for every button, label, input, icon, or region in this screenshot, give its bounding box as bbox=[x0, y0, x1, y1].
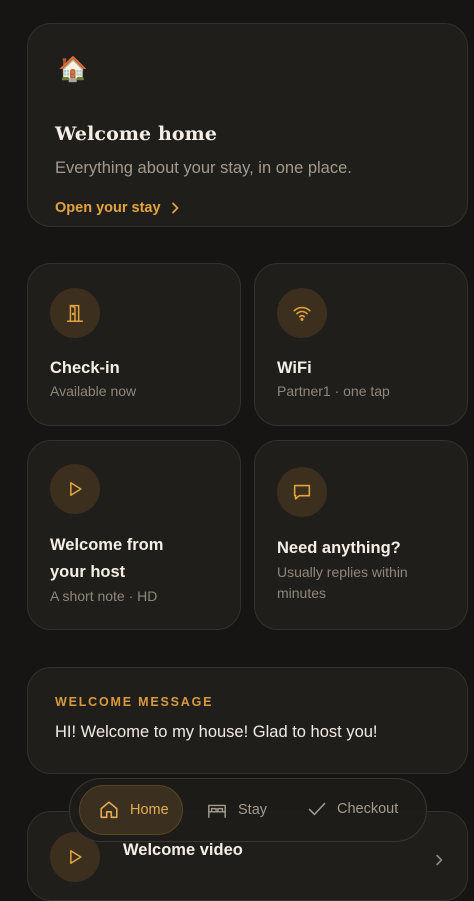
check-in-tile[interactable]: Check-in Available now bbox=[27, 263, 241, 426]
hero-subtitle: Everything about your stay, in one place… bbox=[55, 159, 352, 177]
chat-icon bbox=[277, 467, 327, 517]
bed-icon bbox=[208, 804, 226, 818]
house-icon: 🏠 bbox=[58, 56, 88, 83]
welcome-hero-card: 🏠 Welcome home Everything about your sta… bbox=[27, 23, 468, 227]
need-anything-tile[interactable]: Need anything? Usually replies within mi… bbox=[254, 440, 468, 630]
welcome-host-subtitle: A short note · HD bbox=[50, 588, 158, 604]
chevron-right-icon bbox=[171, 202, 178, 214]
hero-title: Welcome home bbox=[55, 123, 218, 145]
open-stay-label: Open your stay bbox=[55, 200, 161, 216]
welcome-video-title: Welcome video bbox=[123, 841, 243, 859]
open-stay-link[interactable]: Open your stay bbox=[55, 200, 179, 216]
welcome-message-card: WELCOME MESSAGE HI! Welcome to my house!… bbox=[27, 667, 468, 774]
need-anything-subtitle-line2: minutes bbox=[277, 585, 327, 601]
bottom-navigation: Home Stay Checkout bbox=[69, 778, 427, 842]
wifi-title: WiFi bbox=[277, 359, 312, 377]
chevron-right-icon bbox=[436, 854, 443, 866]
play-icon bbox=[50, 464, 100, 514]
welcome-host-title-line1: Welcome from bbox=[50, 536, 164, 554]
nav-home-button[interactable]: Home bbox=[79, 785, 183, 835]
nav-home-label: Home bbox=[130, 802, 169, 818]
welcome-host-title-line2: your host bbox=[50, 563, 126, 581]
nav-checkout-label: Checkout bbox=[337, 801, 399, 817]
door-icon bbox=[50, 288, 100, 338]
nav-stay-label: Stay bbox=[238, 802, 268, 818]
nav-checkout-button[interactable]: Checkout bbox=[307, 800, 398, 818]
wifi-tile[interactable]: WiFi Partner1 · one tap bbox=[254, 263, 468, 426]
check-in-title: Check-in bbox=[50, 359, 120, 377]
nav-stay-button[interactable]: Stay bbox=[206, 800, 267, 820]
welcome-message-text: HI! Welcome to my house! Glad to host yo… bbox=[55, 723, 378, 741]
welcome-message-label: WELCOME MESSAGE bbox=[55, 695, 214, 709]
checkmark-icon bbox=[308, 802, 326, 816]
need-anything-subtitle-line1: Usually replies within bbox=[277, 564, 408, 580]
wifi-icon bbox=[277, 288, 327, 338]
welcome-host-tile[interactable]: Welcome from your host A short note · HD bbox=[27, 440, 241, 630]
check-in-subtitle: Available now bbox=[50, 383, 137, 399]
need-anything-title: Need anything? bbox=[277, 539, 401, 557]
home-icon bbox=[100, 801, 118, 819]
wifi-subtitle: Partner1 · one tap bbox=[277, 383, 390, 399]
